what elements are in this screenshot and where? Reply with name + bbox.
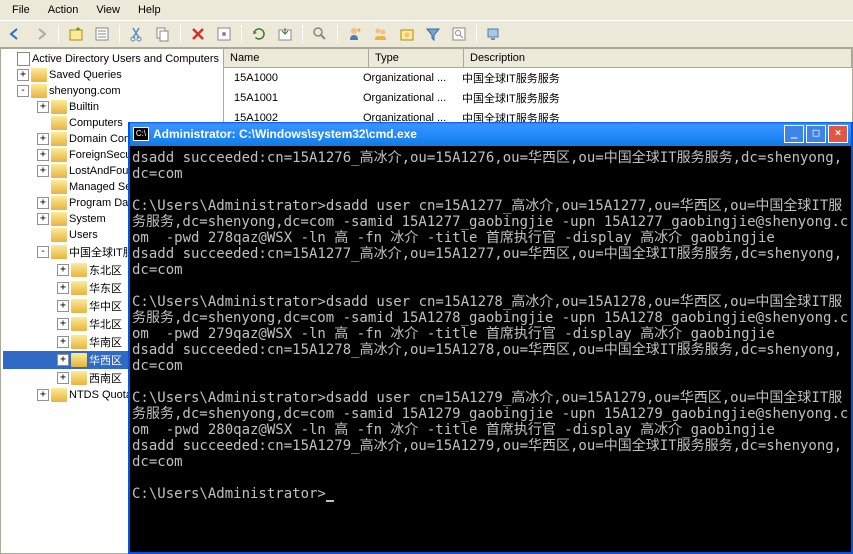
tree-label: 华南区 — [89, 334, 122, 350]
tree-label: 华西区 — [89, 352, 122, 368]
tree-label: 华东区 — [89, 280, 122, 296]
cmd-output[interactable]: dsadd succeeded:cn=15A1276_高冰介,ou=15A127… — [130, 146, 851, 552]
col-desc-header[interactable]: Description — [464, 49, 852, 67]
back-button[interactable] — [4, 23, 26, 45]
tree-label: Computers — [69, 117, 123, 129]
add-computer-button[interactable] — [483, 23, 505, 45]
tree-root-label: Active Directory Users and Computers — [32, 53, 219, 65]
tree-label: 华北区 — [89, 316, 122, 332]
tree-root[interactable]: Active Directory Users and Computers — [3, 51, 221, 67]
refresh-button[interactable] — [248, 23, 270, 45]
tree-label: Users — [69, 229, 98, 241]
col-name-header[interactable]: Name — [224, 49, 369, 67]
cell-type: Organizational ... — [363, 72, 458, 84]
tree-saved-queries[interactable]: +Saved Queries — [3, 67, 221, 83]
tree-label: Builtin — [69, 101, 99, 113]
cmd-titlebar[interactable]: C:\ Administrator: C:\Windows\system32\c… — [130, 122, 851, 146]
menu-help[interactable]: Help — [130, 2, 169, 18]
delete-button[interactable] — [187, 23, 209, 45]
menu-bar: File Action View Help — [0, 0, 853, 20]
new-ou-button[interactable] — [396, 23, 418, 45]
tree-label: 西南区 — [89, 370, 122, 386]
forward-button[interactable] — [30, 23, 52, 45]
new-group-button[interactable] — [370, 23, 392, 45]
find2-button[interactable] — [448, 23, 470, 45]
copy-button[interactable] — [152, 23, 174, 45]
cmd-window[interactable]: C:\ Administrator: C:\Windows\system32\c… — [128, 122, 853, 554]
menu-file[interactable]: File — [4, 2, 38, 18]
cmd-icon: C:\ — [133, 127, 149, 141]
export-button[interactable] — [274, 23, 296, 45]
list-row[interactable]: 15A1001 Organizational ... 中国全球IT服务服务 — [224, 88, 852, 108]
new-user-button[interactable] — [344, 23, 366, 45]
cell-type: Organizational ... — [363, 92, 458, 104]
col-type-header[interactable]: Type — [369, 49, 464, 67]
cmd-title-text: Administrator: C:\Windows\system32\cmd.e… — [153, 127, 782, 141]
cell-desc: 中国全球IT服务服务 — [462, 70, 846, 86]
new-container-button[interactable] — [65, 23, 87, 45]
tree-label: 东北区 — [89, 262, 122, 278]
properties-button[interactable] — [91, 23, 113, 45]
list-header: Name Type Description — [224, 49, 852, 68]
find-button[interactable] — [309, 23, 331, 45]
tree-label: 华中区 — [89, 298, 122, 314]
cut-button[interactable] — [126, 23, 148, 45]
menu-action[interactable]: Action — [40, 2, 87, 18]
list-row[interactable]: 15A1000 Organizational ... 中国全球IT服务服务 — [224, 68, 852, 88]
tree-builtin[interactable]: +Builtin — [3, 99, 221, 115]
toolbar — [0, 20, 853, 48]
maximize-button[interactable]: □ — [806, 125, 826, 143]
menu-view[interactable]: View — [88, 2, 128, 18]
tree-label: Saved Queries — [49, 69, 122, 81]
cell-name: 15A1000 — [234, 72, 359, 84]
tree-label: System — [69, 213, 106, 225]
tree-label: shenyong.com — [49, 85, 121, 97]
cell-desc: 中国全球IT服务服务 — [462, 90, 846, 106]
tree-domain[interactable]: -shenyong.com — [3, 83, 221, 99]
properties2-button[interactable] — [213, 23, 235, 45]
minimize-button[interactable]: _ — [784, 125, 804, 143]
close-button[interactable]: × — [828, 125, 848, 143]
filter-button[interactable] — [422, 23, 444, 45]
cell-name: 15A1001 — [234, 92, 359, 104]
